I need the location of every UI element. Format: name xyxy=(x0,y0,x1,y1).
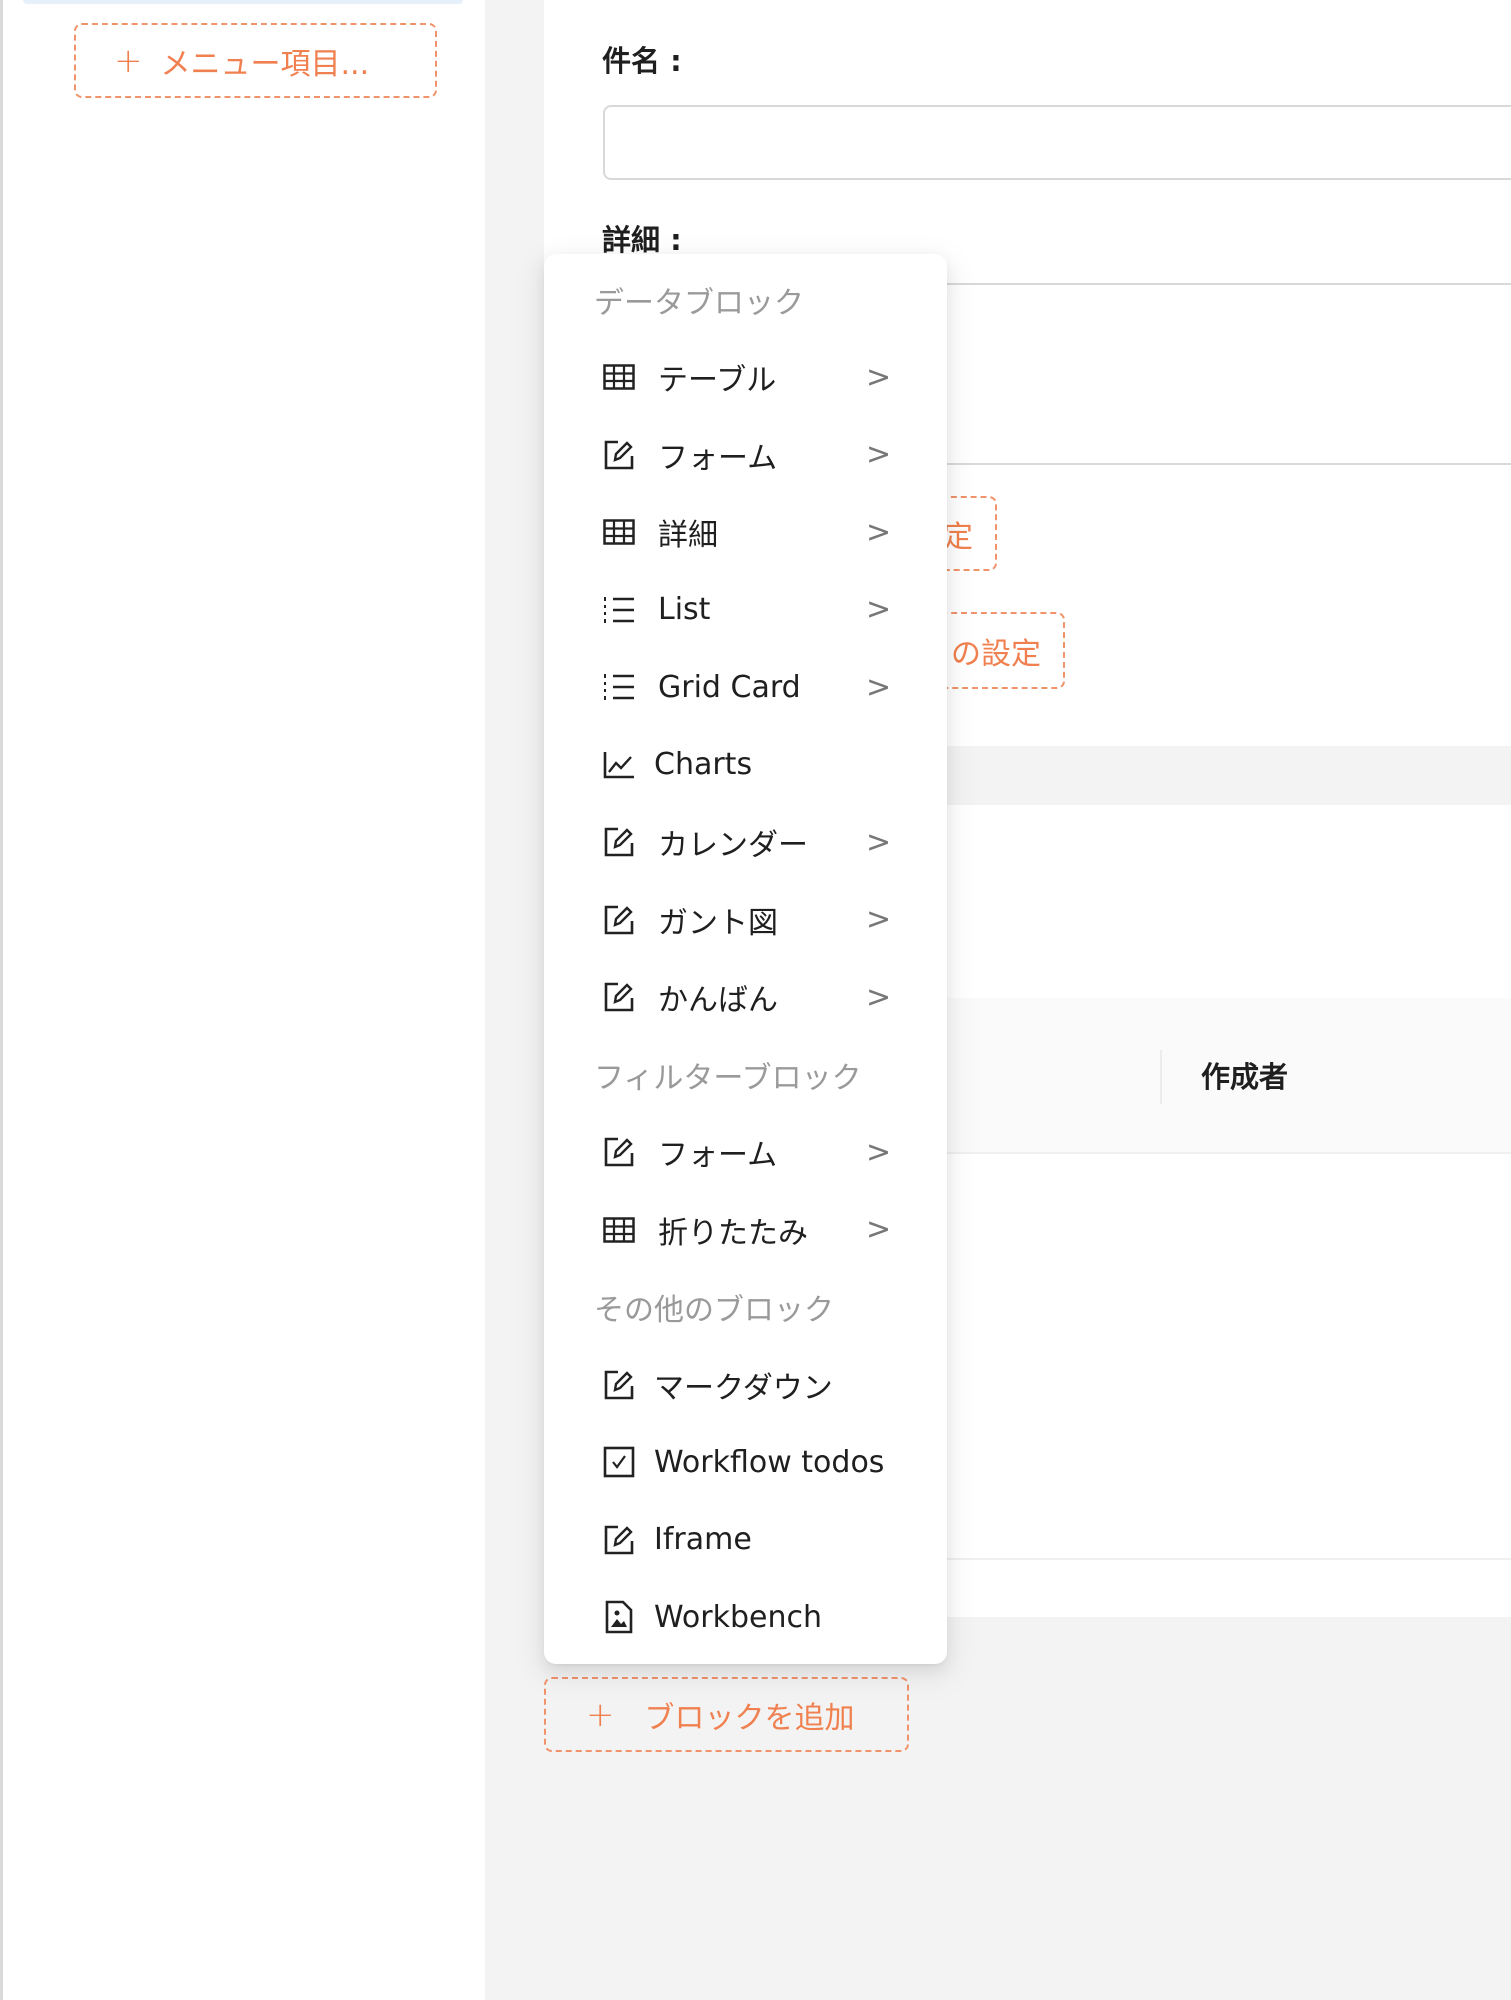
menu-item[interactable]: 折りたたみ > xyxy=(544,1191,947,1269)
chevron-right-icon: > xyxy=(866,592,892,628)
detail-label: 詳細 : xyxy=(602,223,682,257)
checkbox-icon xyxy=(602,1445,636,1479)
menu-item[interactable]: Workbench xyxy=(544,1579,947,1657)
chevron-right-icon: > xyxy=(866,669,892,705)
menu-item-label: 折りたたみ xyxy=(658,1215,808,1251)
form-icon xyxy=(602,980,636,1014)
menu-item[interactable]: かんばん > xyxy=(544,959,947,1037)
menu-item-label: Workbench xyxy=(654,1599,822,1635)
settings-button-2-label: の設定 xyxy=(951,636,1041,672)
menu-group-label: フィルターブロック xyxy=(594,1060,862,1096)
menu-item[interactable]: フォーム > xyxy=(544,416,947,494)
plus-icon: + xyxy=(114,40,143,81)
form-icon xyxy=(602,825,636,859)
menu-item-label: ガント図 xyxy=(658,905,778,941)
add-menu-item-label: メニュー項目... xyxy=(160,46,370,82)
menu-item-label: マークダウン xyxy=(654,1370,833,1406)
table-icon xyxy=(602,515,636,549)
sidebar: + メニュー項目... xyxy=(0,0,485,2000)
menu-item-label: Grid Card xyxy=(658,669,801,705)
menu-item[interactable]: カレンダー > xyxy=(544,804,947,882)
menu-item-label: 詳細 xyxy=(658,518,718,554)
menu-item[interactable]: List > xyxy=(544,571,947,649)
chevron-right-icon: > xyxy=(866,514,892,550)
menu-item[interactable]: テーブル > xyxy=(544,339,947,417)
form-icon xyxy=(602,903,636,937)
plus-icon: + xyxy=(586,1694,615,1735)
menu-item[interactable]: Iframe xyxy=(544,1501,947,1579)
menu-item-label: Iframe xyxy=(654,1522,752,1558)
menu-group-header: フィルターブロック xyxy=(544,1036,947,1114)
menu-item[interactable]: Workflow todos xyxy=(544,1424,947,1502)
menu-group-label: データブロック xyxy=(594,285,804,321)
menu-item-label: かんばん xyxy=(658,983,778,1019)
menu-item-label: Charts xyxy=(654,747,753,783)
menu-item-label: テーブル xyxy=(658,363,777,399)
list-icon xyxy=(602,593,636,627)
form-icon xyxy=(602,1368,636,1402)
subject-label: 件名 : xyxy=(602,44,682,78)
settings-button-1-label: 定 xyxy=(943,519,973,555)
table-icon xyxy=(602,1213,636,1247)
add-block-dropdown-menu: データブロックテーブル > フォーム > 詳細 > List > Grid Card > Chart… xyxy=(544,254,947,1664)
menu-item[interactable]: Charts xyxy=(544,726,947,804)
add-menu-item-button[interactable]: + メニュー項目... xyxy=(74,23,437,98)
chevron-right-icon: > xyxy=(866,979,892,1015)
menu-item-label: カレンダー xyxy=(658,828,808,864)
add-block-label: ブロックを追加 xyxy=(644,1700,855,1736)
list-icon xyxy=(602,670,636,704)
sidebar-selected-item[interactable] xyxy=(23,0,463,4)
column-divider[interactable] xyxy=(1160,1050,1162,1104)
chevron-right-icon: > xyxy=(866,824,892,860)
chevron-right-icon: > xyxy=(866,902,892,938)
chevron-right-icon: > xyxy=(866,437,892,473)
form-icon xyxy=(602,1135,636,1169)
menu-group-header: その他のブロック xyxy=(544,1269,947,1347)
subject-input[interactable] xyxy=(603,105,1511,180)
form-icon xyxy=(602,1523,636,1557)
table-icon xyxy=(602,360,636,394)
form-icon xyxy=(602,438,636,472)
menu-item[interactable]: ガント図 > xyxy=(544,881,947,959)
menu-item[interactable]: Grid Card > xyxy=(544,649,947,727)
chevron-right-icon: > xyxy=(866,359,892,395)
menu-item-label: フォーム xyxy=(658,440,778,476)
menu-item-label: Workflow todos xyxy=(654,1444,885,1480)
menu-group-header: データブロック xyxy=(544,261,947,339)
menu-group-label: その他のブロック xyxy=(594,1293,834,1329)
column-header-creator[interactable]: 作成者 xyxy=(1201,1054,1288,1096)
chevron-right-icon: > xyxy=(866,1134,892,1170)
menu-item[interactable]: 詳細 > xyxy=(544,494,947,572)
menu-item[interactable]: マークダウン xyxy=(544,1346,947,1424)
add-block-button[interactable]: + ブロックを追加 xyxy=(544,1677,909,1752)
chevron-right-icon: > xyxy=(866,1212,892,1248)
file-image-icon xyxy=(602,1600,636,1634)
menu-item-label: フォーム xyxy=(658,1138,778,1174)
line-chart-icon xyxy=(602,748,636,782)
menu-item-label: List xyxy=(658,592,711,628)
menu-item[interactable]: フォーム > xyxy=(544,1114,947,1192)
